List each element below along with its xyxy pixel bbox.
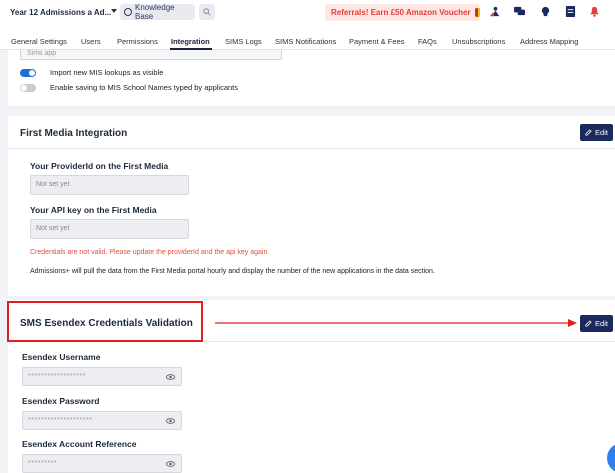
- lifebuoy-icon: [124, 8, 132, 16]
- api-key-label: Your API key on the First Media: [30, 205, 157, 215]
- annotation-arrow: [215, 319, 577, 327]
- mis-settings-card: Sims app Import new MIS lookups as visib…: [8, 50, 615, 106]
- tab-faqs[interactable]: FAQs: [418, 37, 437, 46]
- esendex-username-input[interactable]: ******************: [22, 367, 182, 386]
- tab-permissions[interactable]: Permissions: [117, 37, 158, 46]
- eye-icon[interactable]: [166, 374, 175, 380]
- provider-id-input[interactable]: Not set yet: [30, 175, 189, 195]
- search-button[interactable]: [199, 4, 215, 20]
- tab-address-mapping[interactable]: Address Mapping: [520, 37, 578, 46]
- enable-saving-toggle[interactable]: [20, 83, 36, 92]
- import-lookups-row: Import new MIS lookups as visible: [20, 68, 163, 77]
- import-lookups-label: Import new MIS lookups as visible: [50, 68, 164, 77]
- first-media-edit-button[interactable]: Edit: [580, 124, 613, 141]
- edit-label: Edit: [595, 128, 608, 137]
- credentials-error: Credentials are not valid. Please update…: [30, 249, 270, 256]
- tab-sims-logs[interactable]: SIMS Logs: [225, 37, 262, 46]
- esendex-username-value: ******************: [28, 373, 87, 380]
- tab-general-settings[interactable]: General Settings: [11, 37, 67, 46]
- tab-unsubscriptions[interactable]: Unsubscriptions: [452, 37, 505, 46]
- pencil-icon: [585, 129, 592, 136]
- chevron-down-icon[interactable]: [111, 9, 117, 13]
- referral-label: Referrals! Earn £50 Amazon Voucher: [331, 8, 471, 17]
- bell-icon[interactable]: [589, 6, 600, 17]
- esendex-account-value: *********: [28, 460, 58, 467]
- tab-sims-notifications[interactable]: SIMS Notifications: [275, 37, 336, 46]
- first-media-header: First Media Integration Edit: [8, 116, 615, 149]
- school-selector[interactable]: Year 12 Admissions a Ad...: [10, 8, 111, 17]
- esendex-password-value: ********************: [28, 417, 93, 424]
- chat-icon[interactable]: [514, 6, 525, 17]
- tab-users[interactable]: Users: [81, 37, 101, 46]
- tab-integration[interactable]: Integration: [171, 37, 210, 46]
- top-bar: Year 12 Admissions a Ad... Knowledge Bas…: [0, 0, 615, 26]
- people-icon[interactable]: [490, 6, 501, 17]
- first-media-info: Admissions+ will pull the data from the …: [30, 268, 435, 275]
- esendex-password-input[interactable]: ********************: [22, 411, 182, 430]
- sims-app-field[interactable]: Sims app: [20, 50, 282, 60]
- first-media-title: First Media Integration: [20, 128, 128, 139]
- provider-id-label: Your ProviderId on the First Media: [30, 161, 169, 171]
- first-media-card: First Media Integration Edit Your Provid…: [8, 116, 615, 296]
- edit-label: Edit: [595, 319, 608, 328]
- annotation-highlight-box: [7, 301, 203, 342]
- esendex-account-label: Esendex Account Reference: [22, 439, 137, 449]
- lightbulb-icon[interactable]: [540, 6, 551, 17]
- pencil-icon: [585, 320, 592, 327]
- settings-tabs: General Settings Users Permissions Integ…: [0, 26, 615, 50]
- esendex-edit-button[interactable]: Edit: [580, 315, 613, 332]
- esendex-password-label: Esendex Password: [22, 396, 100, 406]
- referral-banner[interactable]: Referrals! Earn £50 Amazon Voucher: [325, 4, 481, 21]
- esendex-username-label: Esendex Username: [22, 352, 101, 362]
- enable-saving-label: Enable saving to MIS School Names typed …: [50, 83, 239, 92]
- knowledge-base-button[interactable]: Knowledge Base: [120, 3, 195, 21]
- knowledge-base-label: Knowledge Base: [135, 3, 175, 21]
- document-icon[interactable]: [565, 6, 576, 17]
- enable-saving-row: Enable saving to MIS School Names typed …: [20, 83, 238, 92]
- eye-icon[interactable]: [166, 461, 175, 467]
- import-lookups-toggle[interactable]: [20, 68, 36, 77]
- eye-icon[interactable]: [166, 418, 175, 424]
- search-icon: [203, 8, 211, 16]
- gift-icon: [474, 8, 481, 17]
- esendex-account-input[interactable]: *********: [22, 454, 182, 473]
- api-key-input[interactable]: Not set yet: [30, 219, 189, 239]
- tab-payment-fees[interactable]: Payment & Fees: [349, 37, 404, 46]
